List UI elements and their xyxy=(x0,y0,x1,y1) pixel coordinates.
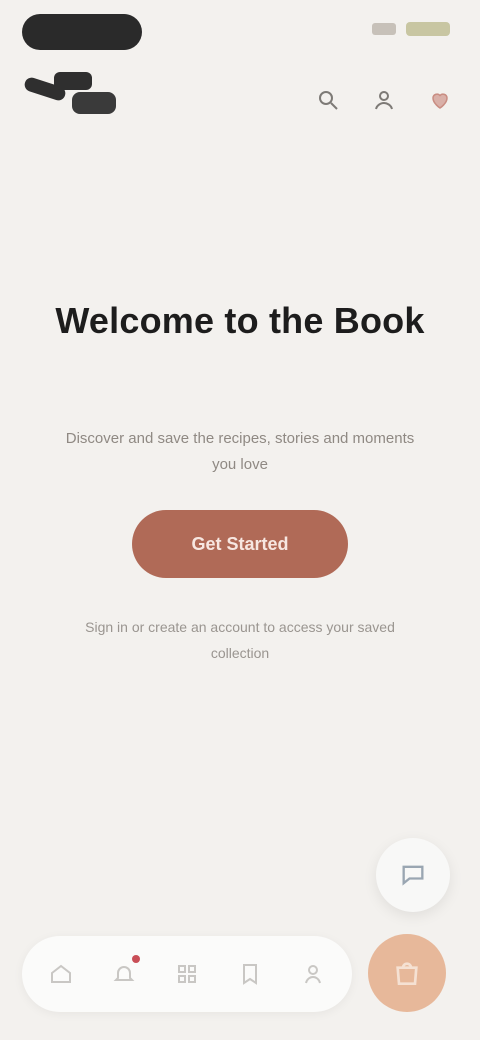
logo-pill xyxy=(22,14,142,50)
bottom-nav xyxy=(22,936,352,1012)
header-actions xyxy=(310,86,458,114)
chat-button[interactable] xyxy=(376,838,450,912)
signal-icon xyxy=(372,23,396,35)
brand-logo-icon xyxy=(22,66,124,124)
chat-icon xyxy=(402,865,424,886)
battery-icon xyxy=(406,22,450,36)
hero-note: Sign in or create an account to access y… xyxy=(85,619,395,661)
bell-icon xyxy=(113,966,135,981)
heart-icon[interactable] xyxy=(422,86,458,114)
nav-browse[interactable] xyxy=(165,949,209,999)
account-icon[interactable] xyxy=(366,86,402,114)
page-title: Welcome to the Book xyxy=(55,300,425,341)
nav-profile[interactable] xyxy=(291,949,335,999)
shopping-bag-icon xyxy=(396,962,418,985)
bookmark-icon xyxy=(242,964,257,985)
status-bar xyxy=(350,20,450,38)
grid-icon xyxy=(177,965,196,983)
nav-saved[interactable] xyxy=(228,949,272,999)
profile-icon xyxy=(304,965,321,984)
cart-button[interactable] xyxy=(368,934,446,1012)
search-icon[interactable] xyxy=(310,86,346,114)
hero-subtitle: Discover and save the recipes, stories a… xyxy=(65,430,415,473)
get-started-button[interactable]: Get Started xyxy=(132,510,348,578)
home-icon xyxy=(51,964,72,983)
nav-home[interactable] xyxy=(39,949,83,999)
notification-badge xyxy=(132,955,141,963)
brand-logo[interactable] xyxy=(22,8,146,116)
nav-notifications[interactable] xyxy=(102,949,146,999)
